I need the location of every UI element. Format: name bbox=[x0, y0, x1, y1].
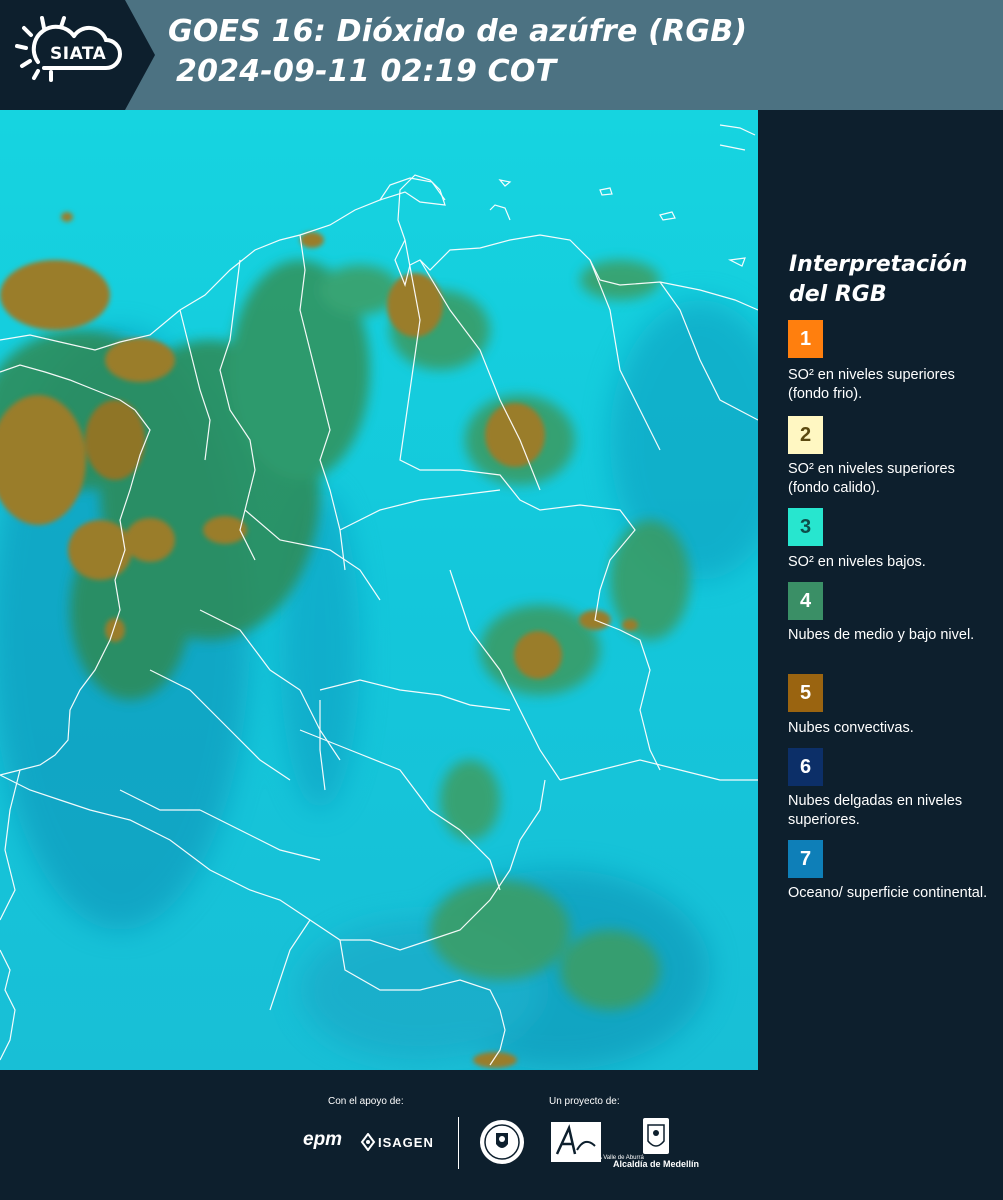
legend-title: Interpretación del RGB bbox=[789, 252, 968, 307]
header: SIATA GOES 16: Dióxido de azúfre (RGB) 2… bbox=[0, 0, 1003, 110]
legend-swatch-4: 4 bbox=[788, 582, 823, 620]
legend-swatch-3: 3 bbox=[788, 508, 823, 546]
legend-swatch-5: 5 bbox=[788, 674, 823, 712]
legend-text-6: Nubes delgadas en niveles superiores. bbox=[788, 793, 963, 828]
legend-text-5: Nubes convectivas. bbox=[788, 720, 914, 736]
support-label: Con el apoyo de: bbox=[328, 1096, 404, 1107]
legend-text-1: SO² en niveles superiores (fondo frio). bbox=[788, 367, 955, 402]
legend-text-3: SO² en niveles bajos. bbox=[788, 554, 926, 570]
map-image bbox=[0, 110, 758, 1070]
page-title: GOES 16: Dióxido de azúfre (RGB) bbox=[168, 14, 748, 49]
legend-number: 1 bbox=[799, 327, 812, 350]
legend-swatch-7: 7 bbox=[788, 840, 823, 878]
legend-number: 3 bbox=[799, 515, 812, 538]
legend-swatch-2: 2 bbox=[788, 416, 823, 454]
alcaldia-shield-icon bbox=[643, 1118, 669, 1154]
legend-number: 4 bbox=[799, 589, 812, 612]
isagen-icon bbox=[360, 1133, 376, 1151]
legend-text-2: SO² en niveles superiores (fondo calido)… bbox=[788, 461, 955, 496]
footer: Con el apoyo de: Un proyecto de: epm ISA… bbox=[0, 1070, 1003, 1200]
siata-logo[interactable]: SIATA bbox=[0, 0, 155, 110]
legend-text-7: Oceano/ superficie continental. bbox=[788, 885, 988, 901]
legend-number: 6 bbox=[799, 755, 812, 778]
legend-number: 5 bbox=[799, 681, 812, 704]
satellite-map[interactable] bbox=[0, 110, 758, 1070]
legend-text-4: Nubes de medio y bajo nivel. bbox=[788, 627, 975, 643]
logo-text: SIATA bbox=[50, 44, 107, 64]
project-label: Un proyecto de: bbox=[549, 1096, 620, 1107]
legend-number: 7 bbox=[799, 847, 812, 870]
legend-swatch-6: 6 bbox=[788, 748, 823, 786]
legend-number: 2 bbox=[799, 423, 812, 446]
legend-swatch-1: 1 bbox=[788, 320, 823, 358]
alcaldia-medellin-logo[interactable]: Alcaldía de Medellín bbox=[613, 1159, 699, 1169]
epm-logo[interactable]: epm bbox=[303, 1129, 342, 1151]
medellin-seal-icon[interactable] bbox=[478, 1118, 526, 1166]
isagen-logo[interactable]: ISAGEN bbox=[378, 1135, 434, 1150]
footer-divider bbox=[458, 1117, 459, 1169]
timestamp: 2024-09-11 02:19 COT bbox=[176, 54, 557, 89]
legend-panel: Interpretación del RGB 1 SO² en niveles … bbox=[770, 110, 1003, 1070]
